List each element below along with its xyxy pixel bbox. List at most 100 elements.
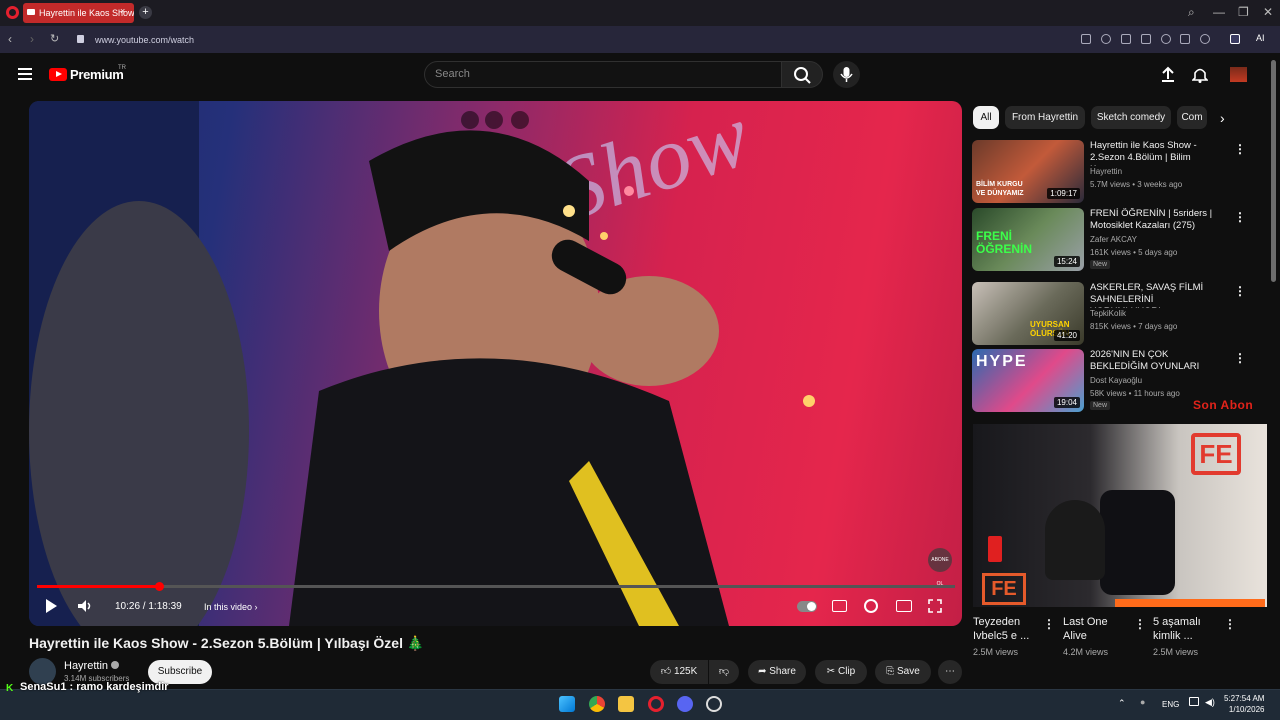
forward-icon[interactable]: › [30, 32, 34, 46]
rec-title: ASKERLER, SAVAŞ FİLMİ SAHNELERİNİ YORUML… [1090, 282, 1204, 308]
save-button[interactable]: ⎘ Save [875, 660, 931, 684]
more-options-icon[interactable]: ⋮ [1234, 210, 1246, 224]
language-indicator[interactable]: ENG [1162, 700, 1179, 709]
more-actions-button[interactable]: ⋯ [938, 660, 962, 684]
browser-tab[interactable]: Hayrettin ile Kaos Show - [23, 3, 134, 23]
opera-icon[interactable] [648, 696, 664, 712]
rec-channel: Zafer AKCAY [1090, 235, 1137, 244]
channel-name-label: Hayrettin [64, 660, 109, 672]
search-button[interactable] [781, 61, 823, 88]
notifications-bell-icon[interactable] [1192, 66, 1208, 83]
youtube-brand[interactable]: Premium [70, 67, 124, 82]
short-title[interactable]: Last One Alive [1063, 615, 1123, 643]
webcam-person [1045, 500, 1105, 580]
channel-name[interactable]: Hayrettin [64, 660, 120, 672]
channel-watermark[interactable]: ABONE OL [928, 548, 952, 587]
chevron-right-icon[interactable]: › [1220, 110, 1225, 126]
voice-search-button[interactable] [833, 61, 860, 88]
windows-start-icon[interactable] [559, 696, 575, 712]
display-icon[interactable] [1189, 697, 1199, 706]
page-scrollbar[interactable] [1271, 60, 1276, 282]
back-icon[interactable]: ‹ [8, 32, 12, 46]
system-clock[interactable]: 5:27:54 AM 1/10/2026 [1224, 693, 1264, 715]
list-item[interactable]: UYURSAN ÖLÜRSÜN 41:20 ASKERLER, SAVAŞ Fİ… [972, 282, 1246, 345]
list-item[interactable]: BİLİM KURGU VE DÜNYAMIZ 1:09:17 Hayretti… [972, 140, 1246, 203]
rec-meta: 58K views • 11 hours ago [1090, 389, 1180, 398]
more-options-icon[interactable]: ⋮ [1234, 351, 1246, 365]
short-title[interactable]: Teyzeden Ivbelc5 e ... [973, 615, 1033, 643]
ai-enhance-icon[interactable] [485, 111, 503, 129]
profile-icon[interactable] [1200, 34, 1210, 44]
captions-icon[interactable] [832, 600, 847, 612]
more-options-icon[interactable]: ⋮ [1234, 142, 1246, 156]
chat-text: : ramo kardeşimdir [69, 681, 169, 693]
more-options-icon[interactable]: ⋮ [1234, 284, 1246, 298]
play-icon[interactable] [1141, 34, 1151, 44]
search-input[interactable]: Search [424, 61, 782, 88]
obs-icon[interactable] [706, 696, 722, 712]
shield-icon[interactable] [1121, 34, 1131, 44]
hamburger-menu-icon[interactable] [18, 68, 32, 80]
like-button[interactable]: 👍︎ 125K [650, 660, 708, 684]
more-options-icon[interactable]: ⋮ [1134, 617, 1146, 631]
browser-search-icon[interactable]: ⌕ [1188, 5, 1195, 20]
fullscreen-icon[interactable] [928, 599, 942, 613]
opera-logo-icon[interactable] [6, 6, 19, 19]
microphone-tray-icon[interactable]: ● [1140, 697, 1145, 707]
ai-button[interactable]: AI [1256, 33, 1265, 43]
miniplayer-icon[interactable] [461, 111, 479, 129]
progress-scrubber-handle[interactable] [155, 582, 164, 591]
rec-title: Hayrettin ile Kaos Show - 2.Sezon 4.Bölü… [1090, 140, 1197, 166]
extension-icon[interactable] [1230, 34, 1240, 44]
video-player[interactable]: Show [29, 101, 962, 626]
more-options-icon[interactable]: ⋮ [1043, 617, 1055, 631]
volume-icon[interactable] [76, 598, 92, 614]
minimize-button[interactable]: — [1213, 5, 1225, 19]
chip-sketch-comedy[interactable]: Sketch comedy [1091, 106, 1171, 129]
edit-icon[interactable] [1081, 34, 1091, 44]
rec-channel: Dost Kayaoğlu [1090, 376, 1143, 385]
chip-from-channel[interactable]: From Hayrettin [1005, 106, 1085, 129]
heart-icon[interactable] [1161, 34, 1171, 44]
camera-icon[interactable] [1101, 34, 1111, 44]
duration-badge: 19:04 [1053, 397, 1080, 408]
play-button-icon[interactable] [43, 598, 59, 614]
youtube-logo-icon[interactable] [49, 68, 67, 81]
url-field[interactable]: www.youtube.com/watch [95, 35, 194, 45]
in-this-video-button[interactable]: In this video › [204, 602, 258, 612]
youtube-favicon-icon [27, 9, 35, 15]
chip-more[interactable]: Com [1177, 106, 1207, 129]
rec-channel: TepkiKolik [1090, 309, 1127, 318]
settings-gear-icon[interactable] [864, 599, 878, 613]
volume-tray-icon[interactable]: ◀) [1205, 697, 1215, 708]
chip-all[interactable]: All [973, 106, 999, 129]
autoplay-toggle[interactable] [797, 601, 817, 612]
new-badge: New [1090, 260, 1111, 269]
share-button[interactable]: ➦ Share [748, 660, 806, 684]
progress-bar-track[interactable] [37, 585, 955, 588]
mic-icon [840, 67, 853, 82]
account-avatar[interactable] [1230, 67, 1247, 82]
chrome-icon[interactable] [589, 696, 605, 712]
chevron-up-icon[interactable]: ⌃ [1118, 698, 1126, 709]
short-title[interactable]: 5 aşamalı kimlik ... [1153, 615, 1213, 643]
clip-button[interactable]: ✂ Clip [815, 660, 867, 684]
reload-icon[interactable]: ↻ [50, 32, 59, 45]
theater-mode-icon[interactable] [896, 600, 912, 612]
tab-close-icon[interactable]: × [120, 6, 125, 16]
autoplay-knob [807, 602, 816, 611]
upload-icon[interactable] [1160, 66, 1176, 83]
rec-meta: 5.7M views • 3 weeks ago [1090, 180, 1183, 189]
file-explorer-icon[interactable] [618, 696, 634, 712]
new-badge: New [1090, 401, 1111, 410]
list-icon[interactable] [1180, 34, 1190, 44]
discord-icon[interactable] [677, 696, 693, 712]
maximize-button[interactable]: ❐ [1238, 5, 1249, 19]
dislike-button[interactable]: 👎︎ [709, 660, 739, 684]
progress-bar-fill [37, 585, 159, 588]
skip-icon[interactable] [511, 111, 529, 129]
window-close-button[interactable]: ✕ [1263, 5, 1273, 19]
new-tab-button[interactable]: + [139, 6, 152, 19]
list-item[interactable]: FRENİ ÖĞRENİN 15:24 FRENİ ÖĞRENİN | 5sri… [972, 208, 1246, 271]
more-options-icon[interactable]: ⋮ [1224, 617, 1236, 631]
